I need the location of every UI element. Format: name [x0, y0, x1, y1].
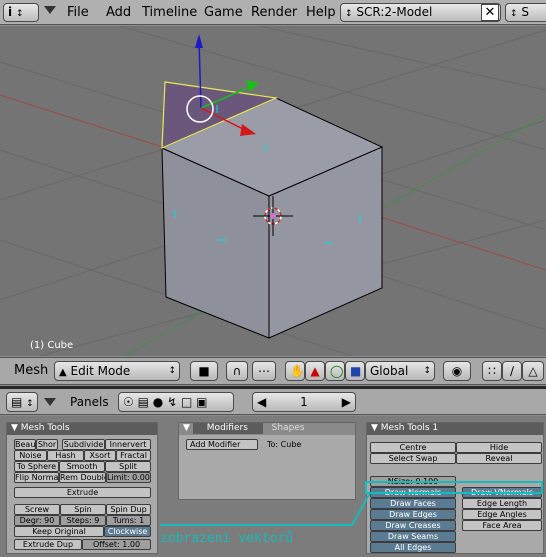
annotation-caption: zobrazení vektorů — [160, 531, 294, 546]
annotation-overlay — [160, 481, 543, 526]
highlight-box — [365, 481, 543, 494]
annotation-pointer — [160, 492, 371, 526]
